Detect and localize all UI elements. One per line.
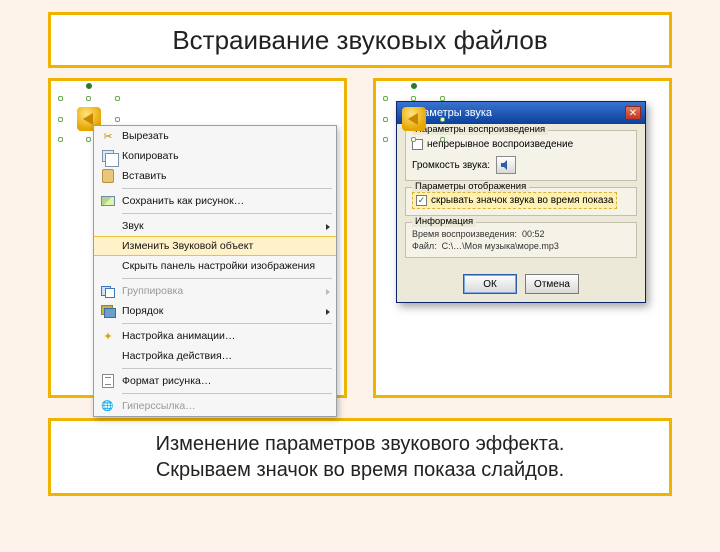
globe-icon bbox=[98, 398, 118, 414]
volume-label: Громкость звука: bbox=[412, 160, 490, 171]
dialog-buttons: ОК Отмена bbox=[397, 268, 645, 302]
caption-line-1: Изменение параметров звукового эффекта. bbox=[71, 431, 649, 457]
menu-label: Сохранить как рисунок… bbox=[122, 195, 244, 207]
menu-separator bbox=[122, 323, 332, 324]
info-label: Файл: bbox=[412, 241, 437, 251]
menu-item-format-picture[interactable]: Формат рисунка… bbox=[94, 371, 336, 391]
resize-handle[interactable] bbox=[58, 117, 63, 122]
resize-handle[interactable] bbox=[115, 117, 120, 122]
resize-handle[interactable] bbox=[58, 96, 63, 101]
paste-icon bbox=[98, 168, 118, 184]
resize-handle[interactable] bbox=[411, 96, 416, 101]
info-duration: Время воспроизведения: 00:52 bbox=[412, 229, 630, 239]
caption: Изменение параметров звукового эффекта. … bbox=[48, 418, 672, 496]
ok-button[interactable]: ОК bbox=[463, 274, 517, 294]
blank-icon bbox=[98, 258, 118, 274]
menu-separator bbox=[122, 213, 332, 214]
menu-label: Звук bbox=[122, 220, 144, 232]
speaker-icon bbox=[402, 107, 426, 131]
group-icon bbox=[98, 283, 118, 299]
menu-label: Настройка действия… bbox=[122, 350, 232, 362]
menu-label: Гиперссылка… bbox=[122, 400, 196, 412]
checkbox-label: непрерывное воспроизведение bbox=[427, 139, 573, 150]
menu-item-hyperlink: Гиперссылка… bbox=[94, 396, 336, 416]
menu-item-action-settings[interactable]: Настройка действия… bbox=[94, 346, 336, 366]
panel-context-menu: Вырезать Копировать Вставить Сохранить к… bbox=[48, 78, 347, 398]
cancel-button[interactable]: Отмена bbox=[525, 274, 579, 294]
menu-item-edit-sound-object[interactable]: Изменить Звуковой объект bbox=[94, 236, 336, 256]
menu-item-sound[interactable]: Звук bbox=[94, 216, 336, 236]
blank-icon bbox=[98, 348, 118, 364]
group-display: Параметры отображения ✓ скрывать значок … bbox=[405, 187, 637, 216]
checkbox-hide-highlighted: ✓ скрывать значок звука во время показа bbox=[412, 192, 617, 209]
resize-handle[interactable] bbox=[58, 137, 63, 142]
menu-item-copy[interactable]: Копировать bbox=[94, 146, 336, 166]
menu-separator bbox=[122, 278, 332, 279]
page-title: Встраивание звуковых файлов bbox=[48, 12, 672, 68]
menu-item-group: Группировка bbox=[94, 281, 336, 301]
rotate-handle[interactable] bbox=[411, 83, 417, 89]
caption-line-2: Скрываем значок во время показа слайдов. bbox=[71, 457, 649, 483]
resize-handle[interactable] bbox=[115, 96, 120, 101]
menu-label: Вырезать bbox=[122, 130, 169, 142]
menu-label: Формат рисунка… bbox=[122, 375, 211, 387]
resize-handle[interactable] bbox=[440, 117, 445, 122]
menu-label: Вставить bbox=[122, 170, 167, 182]
menu-label: Копировать bbox=[122, 150, 179, 162]
menu-label: Порядок bbox=[122, 305, 163, 317]
resize-handle[interactable] bbox=[440, 96, 445, 101]
info-file: Файл: C:\…\Моя музыка\море.mp3 bbox=[412, 241, 630, 251]
star-icon bbox=[98, 328, 118, 344]
resize-handle[interactable] bbox=[411, 137, 416, 142]
volume-button[interactable] bbox=[496, 156, 516, 174]
menu-label: Настройка анимации… bbox=[122, 330, 235, 342]
format-icon bbox=[98, 373, 118, 389]
close-icon[interactable]: ✕ bbox=[625, 106, 641, 120]
info-label: Время воспроизведения: bbox=[412, 229, 517, 239]
menu-separator bbox=[122, 368, 332, 369]
info-value: 00:52 bbox=[522, 229, 545, 239]
resize-handle[interactable] bbox=[383, 96, 388, 101]
title-text: Встраивание звуковых файлов bbox=[172, 25, 547, 56]
order-icon bbox=[98, 303, 118, 319]
dialog-body: Параметры воспроизведения непрерывное во… bbox=[397, 124, 645, 268]
group-info: Информация Время воспроизведения: 00:52 … bbox=[405, 222, 637, 258]
panel-dialog: Параметры звука ✕ Параметры воспроизведе… bbox=[373, 78, 672, 398]
group-caption: Параметры отображения bbox=[412, 181, 529, 192]
picture-icon bbox=[98, 193, 118, 209]
resize-handle[interactable] bbox=[86, 137, 91, 142]
menu-item-cut[interactable]: Вырезать bbox=[94, 126, 336, 146]
scissors-icon bbox=[98, 128, 118, 144]
menu-item-save-picture[interactable]: Сохранить как рисунок… bbox=[94, 191, 336, 211]
resize-handle[interactable] bbox=[383, 137, 388, 142]
menu-separator bbox=[122, 393, 332, 394]
panels-row: Вырезать Копировать Вставить Сохранить к… bbox=[0, 78, 720, 398]
checkbox-hide-icon[interactable]: ✓ скрывать значок звука во время показа bbox=[416, 195, 613, 206]
checkbox-label: скрывать значок звука во время показа bbox=[431, 195, 613, 206]
context-menu: Вырезать Копировать Вставить Сохранить к… bbox=[93, 125, 337, 417]
resize-handle[interactable] bbox=[440, 137, 445, 142]
resize-handle[interactable] bbox=[86, 96, 91, 101]
blank-icon bbox=[98, 218, 118, 234]
group-caption: Информация bbox=[412, 216, 476, 227]
menu-item-hide-picture-toolbar[interactable]: Скрыть панель настройки изображения bbox=[94, 256, 336, 276]
menu-label: Группировка bbox=[122, 285, 183, 297]
speaker-small-icon bbox=[500, 159, 512, 171]
menu-label: Скрыть панель настройки изображения bbox=[122, 260, 315, 272]
menu-item-order[interactable]: Порядок bbox=[94, 301, 336, 321]
menu-separator bbox=[122, 188, 332, 189]
menu-item-paste[interactable]: Вставить bbox=[94, 166, 336, 186]
checkbox-box-checked[interactable]: ✓ bbox=[416, 195, 427, 206]
info-value: C:\…\Моя музыка\море.mp3 bbox=[442, 241, 559, 251]
resize-handle[interactable] bbox=[383, 117, 388, 122]
menu-item-custom-animation[interactable]: Настройка анимации… bbox=[94, 326, 336, 346]
speaker-object[interactable] bbox=[386, 99, 442, 139]
volume-row: Громкость звука: bbox=[412, 156, 630, 174]
rotate-handle[interactable] bbox=[86, 83, 92, 89]
copy-icon bbox=[98, 148, 118, 164]
menu-label: Изменить Звуковой объект bbox=[122, 240, 253, 252]
blank-icon bbox=[98, 238, 118, 254]
